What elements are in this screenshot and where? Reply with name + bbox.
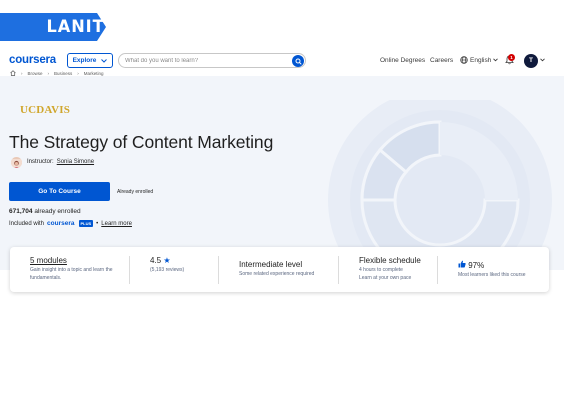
schedule-hours: 4 hours to complete — [359, 267, 403, 273]
careers-link[interactable]: Careers — [430, 57, 453, 64]
modules-link[interactable]: 5 modules — [30, 256, 122, 265]
liked-description: Most learners liked this course — [458, 272, 526, 278]
chevron-down-icon — [101, 58, 108, 63]
plus-badge: PLUS — [78, 220, 94, 227]
stat-level: Intermediate level Some related experien… — [239, 260, 339, 288]
breadcrumb-item[interactable]: Marketing — [84, 71, 104, 76]
included-with-plus: Included with coursera PLUS • Learn more — [9, 220, 132, 227]
bullet-separator: • — [96, 220, 99, 227]
breadcrumb: › Browse › Business › Marketing — [10, 69, 104, 77]
notification-badge: 1 — [508, 54, 515, 61]
stat-schedule: Flexible schedule 4 hours to complete Le… — [359, 256, 439, 284]
stat-divider — [218, 256, 219, 284]
online-degrees-link[interactable]: Online Degrees — [380, 57, 425, 64]
level-title: Intermediate level — [239, 260, 303, 269]
course-hero — [0, 76, 564, 270]
rating-value: 4.5 — [150, 256, 162, 265]
home-icon[interactable] — [10, 70, 16, 76]
stat-divider — [338, 256, 339, 284]
coursera-plus-logo: coursera — [47, 220, 75, 227]
enrollment-count: 671,704 already enrolled — [9, 208, 81, 215]
schedule-pace: Learn at your own pace — [359, 275, 412, 281]
stat-rating: 4.5 ★ (5,193 reviews) — [150, 256, 220, 284]
enrollment-number: 671,704 — [9, 208, 33, 215]
search-icon — [295, 58, 302, 65]
chevron-down-icon[interactable] — [540, 58, 545, 62]
liked-percent: 97% — [468, 261, 485, 270]
stat-divider — [437, 256, 438, 284]
instructor-line: Instructor: Sonia Simone — [27, 159, 94, 165]
language-label: English — [470, 56, 492, 64]
language-selector[interactable]: English — [460, 56, 499, 64]
modules-description: Gain insight into a topic and learn the … — [30, 267, 113, 281]
course-title: The Strategy of Content Marketing — [9, 132, 274, 152]
instructor-name-link[interactable]: Sonia Simone — [57, 159, 94, 165]
stat-divider — [129, 256, 130, 284]
instructor-avatar — [11, 157, 22, 168]
search-box — [118, 53, 306, 68]
thumbs-up-icon — [458, 260, 466, 268]
course-stats-card: 5 modules Gain insight into a topic and … — [10, 247, 549, 292]
lanit-logo: LANIT — [46, 17, 105, 37]
breadcrumb-separator: › — [21, 70, 23, 76]
rating-row: 4.5 ★ — [150, 256, 220, 265]
user-avatar[interactable]: T — [524, 54, 538, 68]
enrollment-suffix: already enrolled — [34, 208, 81, 215]
search-input[interactable] — [125, 55, 285, 66]
liked-row: 97% — [458, 260, 543, 270]
already-enrolled-note: Already enrolled — [117, 189, 154, 195]
globe-icon — [460, 56, 468, 64]
star-icon: ★ — [163, 256, 171, 265]
coursera-logo[interactable]: coursera — [9, 54, 56, 66]
breadcrumb-item[interactable]: Browse — [28, 71, 43, 76]
breadcrumb-separator: › — [77, 70, 79, 76]
hero-illustration — [328, 100, 552, 270]
explore-label: Explore — [72, 57, 97, 64]
review-count: (5,193 reviews) — [150, 267, 185, 273]
schedule-title: Flexible schedule — [359, 256, 421, 265]
explore-button[interactable]: Explore — [67, 53, 113, 68]
breadcrumb-item[interactable]: Business — [54, 71, 72, 76]
search-button[interactable] — [292, 55, 304, 67]
partner-logo[interactable]: UCDAVIS — [20, 104, 70, 116]
level-description: Some related experience required — [239, 271, 315, 277]
stat-modules: 5 modules Gain insight into a topic and … — [30, 256, 122, 284]
stat-liked: 97% Most learners liked this course — [458, 260, 543, 288]
chevron-down-icon — [493, 58, 499, 62]
go-to-course-button[interactable]: Go To Course — [9, 182, 110, 201]
included-prefix: Included with — [9, 220, 45, 227]
instructor-label: Instructor: — [27, 159, 54, 165]
breadcrumb-separator: › — [47, 70, 50, 76]
learn-more-link[interactable]: Learn more — [101, 221, 132, 227]
